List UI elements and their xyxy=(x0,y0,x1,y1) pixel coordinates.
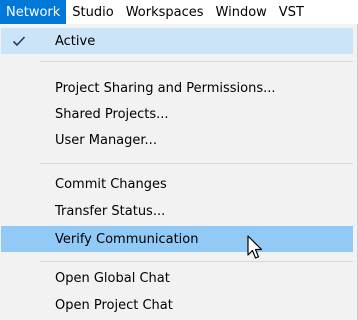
menu-separator xyxy=(40,61,353,62)
menu-item-label: Active xyxy=(55,33,96,49)
menu-item-user-manager[interactable]: User Manager... xyxy=(1,127,353,153)
app-root: Network Studio Workspaces Window VST Act… xyxy=(0,0,358,320)
menu-item-label: User Manager... xyxy=(55,132,157,148)
menu-item-label: Open Global Chat xyxy=(55,270,170,286)
menu-separator xyxy=(40,261,353,262)
menu-item-transfer-status[interactable]: Transfer Status... xyxy=(1,198,353,224)
menu-item-label: Open Project Chat xyxy=(55,297,173,313)
menu-item-open-global-chat[interactable]: Open Global Chat xyxy=(1,265,353,291)
menu-item-project-sharing[interactable]: Project Sharing and Permissions... xyxy=(1,75,353,101)
check-icon xyxy=(10,32,28,50)
menu-network[interactable]: Network xyxy=(0,0,67,24)
menu-item-active[interactable]: Active xyxy=(1,28,353,54)
menu-item-commit-changes[interactable]: Commit Changes xyxy=(1,171,353,197)
menu-item-label: Verify Communication xyxy=(55,231,199,247)
menu-item-label: Shared Projects... xyxy=(55,106,169,122)
menu-window[interactable]: Window xyxy=(210,0,273,24)
menu-workspaces[interactable]: Workspaces xyxy=(120,0,210,24)
menu-item-shared-projects[interactable]: Shared Projects... xyxy=(1,101,353,127)
menu-item-label: Commit Changes xyxy=(55,176,167,192)
menu-studio[interactable]: Studio xyxy=(66,0,119,24)
mouse-pointer-icon xyxy=(246,235,266,263)
menu-item-label: Transfer Status... xyxy=(55,203,166,219)
network-dropdown-menu: Active Project Sharing and Permissions..… xyxy=(0,24,358,320)
menu-item-label: Project Sharing and Permissions... xyxy=(55,80,276,96)
menu-separator xyxy=(40,163,353,164)
menu-bar: Network Studio Workspaces Window VST xyxy=(0,0,358,24)
menu-item-verify-communication[interactable]: Verify Communication xyxy=(1,226,353,252)
menu-item-open-project-chat[interactable]: Open Project Chat xyxy=(1,292,353,318)
menu-vst[interactable]: VST xyxy=(273,0,310,24)
